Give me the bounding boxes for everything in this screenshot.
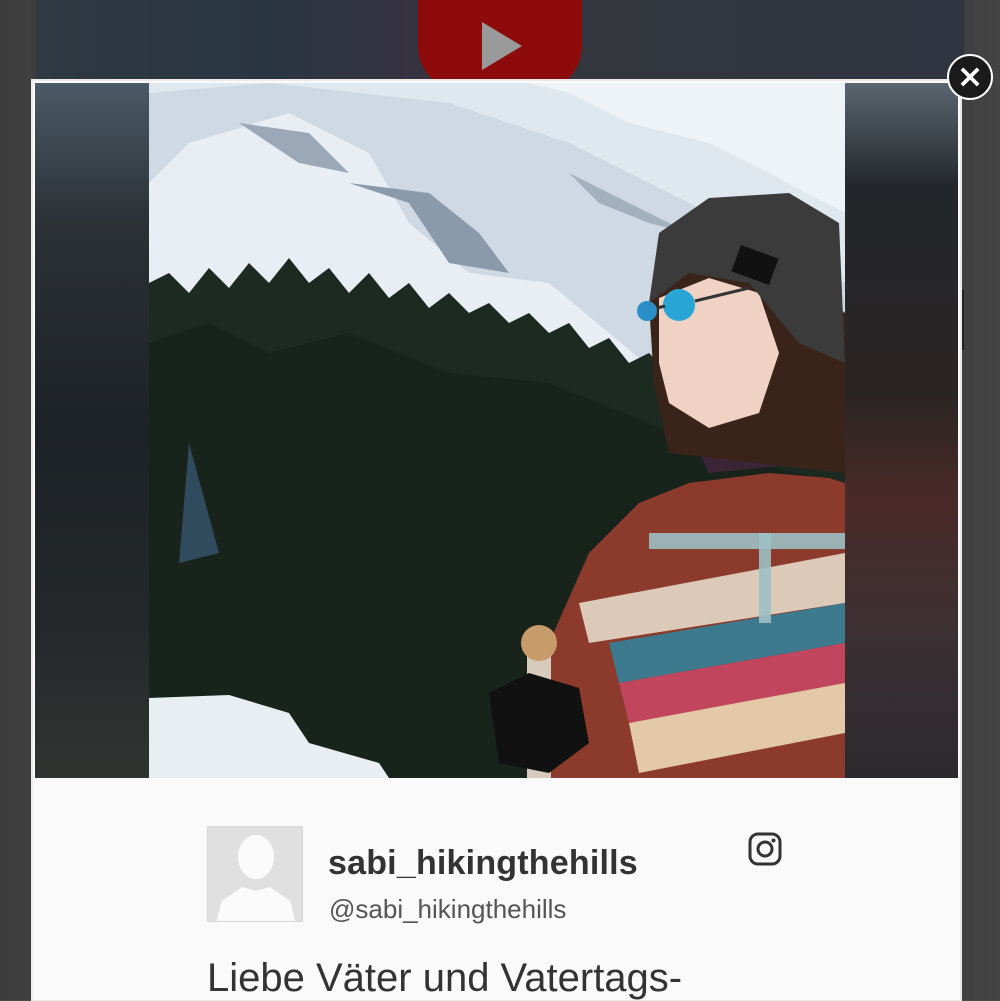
instagram-icon[interactable]	[748, 832, 782, 866]
post-photo	[149, 83, 845, 778]
post-handle[interactable]: @sabi_hikingthehills	[329, 894, 566, 925]
close-icon: ×	[956, 57, 984, 95]
post-lightbox: sabi_hikingthehills @sabi_hikingthehills…	[33, 81, 960, 1000]
background-scrollbar	[961, 290, 964, 350]
post-caption: Liebe Väter und Vatertags-	[207, 956, 683, 1000]
media-blur-left	[35, 83, 149, 778]
default-avatar-icon[interactable]	[207, 826, 303, 922]
post-username[interactable]: sabi_hikingthehills	[328, 844, 638, 883]
post-info: sabi_hikingthehills @sabi_hikingthehills…	[33, 778, 960, 1000]
close-button[interactable]: ×	[947, 54, 993, 100]
post-media[interactable]	[35, 83, 958, 778]
media-blur-right	[845, 83, 958, 778]
youtube-play-icon	[418, 0, 582, 92]
